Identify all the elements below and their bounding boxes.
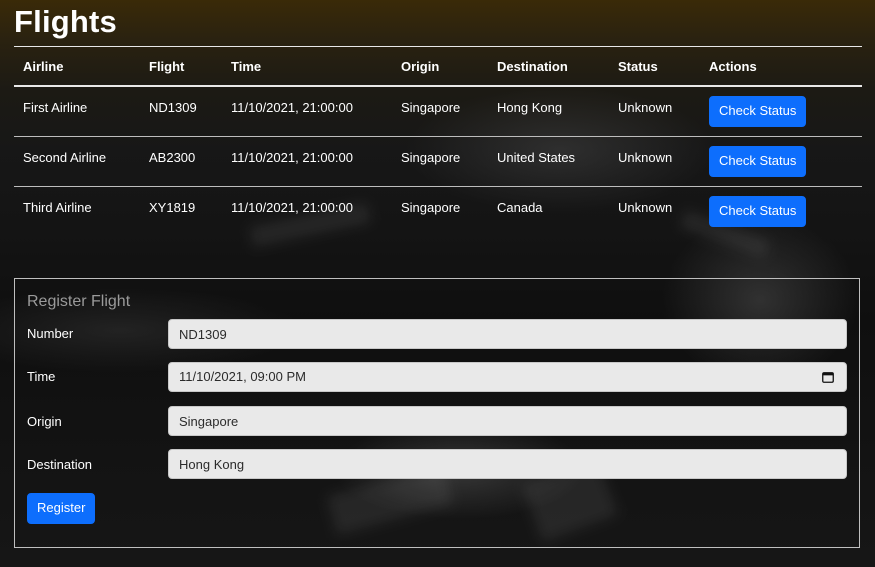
actions-cell: Check Status	[700, 186, 862, 236]
origin-cell: Singapore	[392, 86, 488, 137]
column-header-destination: Destination	[488, 46, 609, 87]
airline-cell: Second Airline	[14, 136, 140, 187]
origin-row: Origin	[27, 406, 849, 436]
register-button[interactable]: Register	[27, 493, 96, 524]
actions-cell: Check Status	[700, 136, 862, 187]
calendar-icon[interactable]	[822, 371, 834, 383]
time-cell: 11/10/2021, 21:00:00	[222, 86, 392, 137]
time-cell: 11/10/2021, 21:00:00	[222, 136, 392, 187]
page-title: Flights	[14, 4, 117, 39]
airline-cell: First Airline	[14, 86, 140, 137]
column-header-flight: Flight	[140, 46, 222, 87]
airline-cell: Third Airline	[23, 199, 92, 215]
time-input[interactable]: 11/10/2021, 09:00 PM	[168, 362, 847, 392]
destination-input[interactable]	[168, 449, 847, 479]
column-header-airline: Airline	[14, 46, 140, 87]
destination-cell: United States	[488, 136, 609, 187]
time-cell: 11/10/2021, 21:00:00	[231, 199, 353, 215]
form-title: Register Flight	[27, 293, 131, 310]
table-row: First Airline ND1309 11/10/2021, 21:00:0…	[14, 86, 862, 137]
check-status-button[interactable]: Check Status	[709, 145, 807, 177]
flights-table: Airline Flight Time Origin Destination S…	[14, 46, 862, 236]
column-header-actions: Actions	[700, 46, 862, 87]
table-row: Second Airline AB2300 11/10/2021, 21:00:…	[14, 136, 862, 187]
time-label: Time	[27, 369, 56, 384]
destination-row: Destination	[27, 449, 849, 479]
table-header-row: Airline Flight Time Origin Destination S…	[14, 46, 862, 87]
time-input-value: 11/10/2021, 09:00 PM	[179, 369, 306, 384]
flight-cell: XY1819	[149, 199, 196, 215]
time-row: Time 11/10/2021, 09:00 PM	[27, 362, 849, 392]
flights-page: Flights Airline Flight Time Origin Desti…	[14, 0, 862, 227]
destination-label: Destination	[27, 457, 93, 472]
origin-cell: Singapore	[392, 136, 488, 187]
check-status-button[interactable]: Check Status	[709, 96, 807, 127]
number-input[interactable]	[168, 319, 847, 349]
origin-cell: Singapore	[401, 199, 461, 215]
origin-label: Origin	[27, 414, 62, 429]
status-cell: Unknown	[609, 136, 700, 187]
status-cell: Unknown	[618, 199, 673, 215]
number-row: Number	[27, 319, 849, 349]
actions-cell: Check Status	[700, 86, 862, 137]
destination-cell: Canada	[497, 199, 543, 215]
flight-cell: ND1309	[140, 86, 222, 137]
register-flight-form: Register Flight Number Time 11/10/2021, …	[14, 278, 860, 548]
check-status-button[interactable]: Check Status	[709, 195, 807, 227]
table-row: Third Airline XY1819 11/10/2021, 21:00:0…	[14, 186, 862, 236]
number-label: Number	[27, 326, 74, 341]
column-header-time: Time	[222, 46, 392, 87]
column-header-origin: Origin	[392, 46, 488, 87]
destination-cell: Hong Kong	[488, 86, 609, 137]
origin-input[interactable]	[168, 406, 847, 436]
column-header-status: Status	[609, 46, 700, 87]
status-cell: Unknown	[609, 86, 700, 137]
flight-cell: AB2300	[140, 136, 222, 187]
